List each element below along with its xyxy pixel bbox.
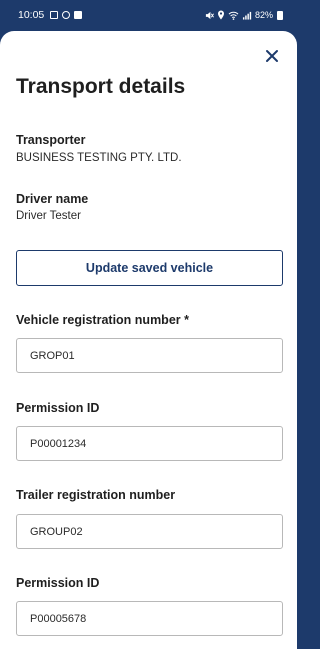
location-icon <box>217 10 224 20</box>
trailer-permission-id-input[interactable]: P00005678 <box>16 601 283 636</box>
page-title: Transport details <box>16 75 186 98</box>
photo-icon <box>50 11 59 19</box>
signal-icon <box>242 11 252 20</box>
settings-icon <box>62 11 71 19</box>
update-saved-vehicle-button[interactable]: Update saved vehicle <box>16 250 283 286</box>
vehicle-permission-id-input[interactable]: P00001234 <box>16 426 283 461</box>
trailer-registration-label: Trailer registration number <box>16 488 176 502</box>
status-left: 10:05 <box>18 9 83 21</box>
check-icon <box>74 11 83 19</box>
vehicle-registration-label: Vehicle registration number * <box>16 313 189 327</box>
transporter-value: BUSINESS TESTING PTY. LTD. <box>16 152 182 164</box>
driver-name-label: Driver name <box>16 192 89 206</box>
trailer-registration-input[interactable]: GROUP02 <box>16 514 283 549</box>
status-right: 82% <box>205 10 283 20</box>
battery-icon <box>277 10 283 20</box>
close-button[interactable] <box>265 49 279 63</box>
driver-name-value: Driver Tester <box>16 210 81 222</box>
trailer-permission-id-label: Permission ID <box>16 576 100 590</box>
battery-percent: 82% <box>254 10 273 20</box>
transport-details-sheet: Transport details Transporter BUSINESS T… <box>0 31 297 649</box>
status-bar: 10:05 82% <box>0 0 297 34</box>
mute-icon <box>205 11 214 19</box>
transporter-label: Transporter <box>16 133 86 147</box>
close-icon <box>266 50 278 62</box>
vehicle-registration-input[interactable]: GROP01 <box>16 338 283 373</box>
vehicle-permission-id-label: Permission ID <box>16 401 100 415</box>
status-time: 10:05 <box>18 9 45 21</box>
wifi-icon <box>228 11 239 20</box>
